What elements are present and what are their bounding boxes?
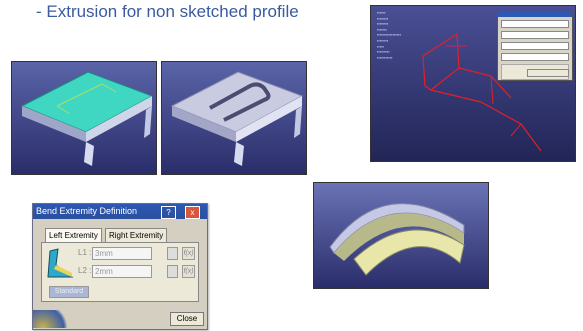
viewport-catia-extrusion: ▪▪▪▪▪▪ ▪▪▪▪▪▪▪▪ ▪▪▪▪▪▪▪▪ ▪▪▪▪▪▪▪ ▪▪▪▪▪▪▪▪▪▪▪…: [370, 5, 576, 162]
viewport-curved-sheet: [313, 182, 489, 289]
l2-field[interactable]: 2mm: [92, 265, 152, 278]
l1-field[interactable]: 3mm: [92, 247, 152, 260]
l1-label: L1 :: [78, 248, 92, 257]
viewport-plate-green: [11, 61, 157, 175]
tab-left-extremity[interactable]: Left Extremity: [45, 228, 102, 242]
dialog-title: Bend Extremity Definition: [36, 206, 138, 216]
curved-sheet-metal-part: [329, 203, 465, 276]
slide-title: - Extrusion for non sketched profile: [36, 2, 299, 21]
viewport-plate-grey: [161, 61, 307, 175]
bend-extremity-dialog: Bend Extremity Definition ? x Left Extre…: [32, 203, 208, 330]
dialog-titlebar: Bend Extremity Definition ? x: [33, 204, 207, 219]
close-window-button[interactable]: x: [185, 206, 200, 219]
l2-spinner[interactable]: [167, 265, 178, 278]
close-button[interactable]: Close: [170, 312, 204, 326]
l2-label: L2 :: [78, 266, 92, 275]
sheet-metal-part-grey: [170, 71, 304, 166]
help-button[interactable]: ?: [161, 206, 176, 219]
corner-decoration: [33, 310, 73, 328]
l1-spinner[interactable]: [167, 247, 178, 260]
l2-formula-button[interactable]: f(x): [182, 265, 195, 278]
l1-formula-button[interactable]: f(x): [182, 247, 195, 260]
extremity-preview-icon: [47, 248, 74, 278]
extrusion-definition-panel: [497, 11, 573, 81]
sheet-metal-part-green: [20, 71, 154, 166]
standard-button[interactable]: Standard: [49, 286, 89, 298]
tab-right-extremity[interactable]: Right Extremity: [105, 228, 168, 242]
